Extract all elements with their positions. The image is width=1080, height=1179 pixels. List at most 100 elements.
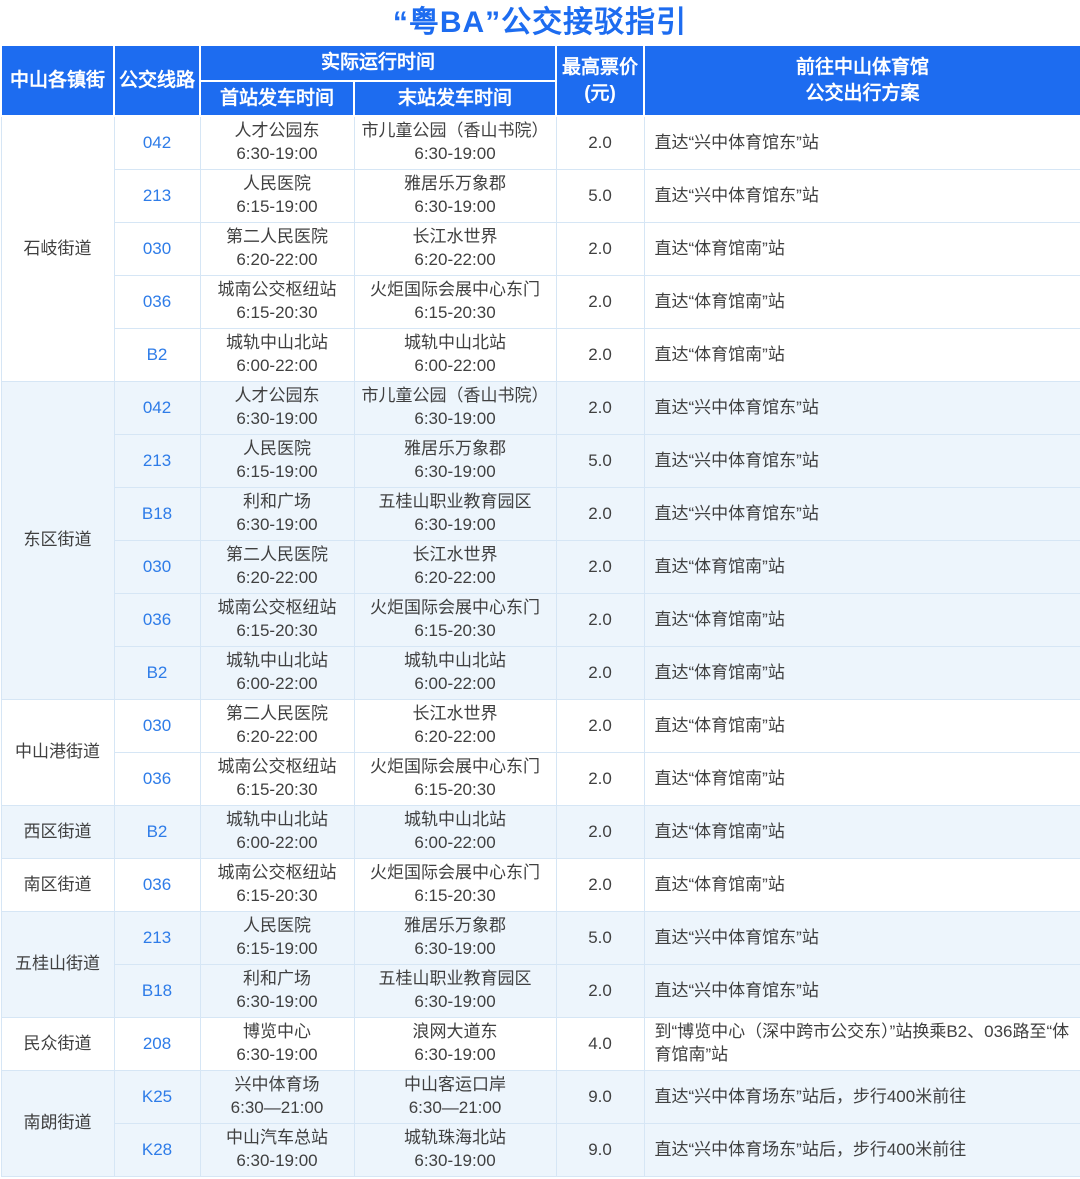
table-row: 石岐街道 042 人才公园东6:30-19:00 市儿童公园（香山书院）6:30… <box>1 116 1080 169</box>
first-station: 城轨中山北站 <box>205 332 350 355</box>
last-time: 6:20-22:00 <box>359 249 552 272</box>
fare-cell: 2.0 <box>556 700 644 753</box>
last-departure-cell: 浪网大道东6:30-19:00 <box>354 1018 556 1071</box>
last-departure-cell: 五桂山职业教育园区6:30-19:00 <box>354 488 556 541</box>
fare-cell: 2.0 <box>556 594 644 647</box>
last-station: 长江水世界 <box>359 544 552 567</box>
table-row: 五桂山街道 213 人民医院6:15-19:00 雅居乐万象郡6:30-19:0… <box>1 912 1080 965</box>
fare-cell: 2.0 <box>556 488 644 541</box>
bus-line-link[interactable]: 030 <box>143 239 171 258</box>
first-time: 6:20-22:00 <box>205 249 350 272</box>
line-cell: 213 <box>114 170 200 223</box>
page-title: “粤BA”公交接驳指引 <box>0 0 1080 44</box>
fare-cell: 9.0 <box>556 1071 644 1124</box>
last-departure-cell: 市儿童公园（香山书院）6:30-19:00 <box>354 382 556 435</box>
bus-line-link[interactable]: 213 <box>143 451 171 470</box>
fare-cell: 5.0 <box>556 435 644 488</box>
first-departure-cell: 人才公园东6:30-19:00 <box>200 382 354 435</box>
district-cell: 西区街道 <box>1 806 114 859</box>
table-row: 036 城南公交枢纽站6:15-20:30 火炬国际会展中心东门6:15-20:… <box>1 753 1080 806</box>
last-departure-cell: 雅居乐万象郡6:30-19:00 <box>354 435 556 488</box>
first-station: 第二人民医院 <box>205 226 350 249</box>
last-time: 6:30-19:00 <box>359 461 552 484</box>
plan-cell: 直达“体育馆南”站 <box>644 329 1080 382</box>
table-row: B2 城轨中山北站6:00-22:00 城轨中山北站6:00-22:00 2.0… <box>1 329 1080 382</box>
line-cell: 036 <box>114 594 200 647</box>
last-time: 6:00-22:00 <box>359 673 552 696</box>
bus-line-link[interactable]: 213 <box>143 928 171 947</box>
last-station: 浪网大道东 <box>359 1021 552 1044</box>
table-row: B18 利和广场6:30-19:00 五桂山职业教育园区6:30-19:00 2… <box>1 965 1080 1018</box>
bus-line-link[interactable]: 213 <box>143 186 171 205</box>
line-cell: 036 <box>114 276 200 329</box>
line-cell: 030 <box>114 700 200 753</box>
bus-line-link[interactable]: 036 <box>143 875 171 894</box>
line-cell: 208 <box>114 1018 200 1071</box>
last-station: 长江水世界 <box>359 703 552 726</box>
last-station: 市儿童公园（香山书院） <box>359 385 552 408</box>
col-header-plan: 前往中山体育馆 公交出行方案 <box>644 45 1080 116</box>
bus-line-link[interactable]: B18 <box>142 504 172 523</box>
first-departure-cell: 城南公交枢纽站6:15-20:30 <box>200 276 354 329</box>
bus-line-link[interactable]: 036 <box>143 610 171 629</box>
plan-cell: 直达“体育馆南”站 <box>644 859 1080 912</box>
line-cell: B18 <box>114 965 200 1018</box>
bus-line-link[interactable]: B2 <box>147 345 168 364</box>
bus-line-link[interactable]: 036 <box>143 769 171 788</box>
line-cell: B2 <box>114 329 200 382</box>
bus-line-link[interactable]: 208 <box>143 1034 171 1053</box>
last-time: 6:30-19:00 <box>359 1150 552 1173</box>
last-station: 五桂山职业教育园区 <box>359 968 552 991</box>
first-departure-cell: 城南公交枢纽站6:15-20:30 <box>200 753 354 806</box>
line-cell: 213 <box>114 435 200 488</box>
first-station: 利和广场 <box>205 968 350 991</box>
fare-cell: 9.0 <box>556 1124 644 1177</box>
bus-line-link[interactable]: 042 <box>143 133 171 152</box>
first-station: 城南公交枢纽站 <box>205 597 350 620</box>
district-cell: 五桂山街道 <box>1 912 114 1018</box>
plan-cell: 直达“体育馆南”站 <box>644 700 1080 753</box>
plan-cell: 直达“兴中体育馆东”站 <box>644 488 1080 541</box>
district-cell: 中山港街道 <box>1 700 114 806</box>
last-time: 6:30-19:00 <box>359 991 552 1014</box>
first-station: 兴中体育场 <box>205 1074 350 1097</box>
first-departure-cell: 人民医院6:15-19:00 <box>200 435 354 488</box>
first-station: 第二人民医院 <box>205 544 350 567</box>
first-departure-cell: 城南公交枢纽站6:15-20:30 <box>200 594 354 647</box>
bus-line-link[interactable]: K28 <box>142 1140 172 1159</box>
last-station: 中山客运口岸 <box>359 1074 552 1097</box>
bus-line-link[interactable]: B2 <box>147 663 168 682</box>
first-station: 城南公交枢纽站 <box>205 862 350 885</box>
district-cell: 石岐街道 <box>1 116 114 381</box>
last-departure-cell: 长江水世界6:20-22:00 <box>354 700 556 753</box>
bus-line-link[interactable]: B18 <box>142 981 172 1000</box>
bus-line-link[interactable]: 036 <box>143 292 171 311</box>
fare-cell: 2.0 <box>556 223 644 276</box>
table-row: 南朗街道 K25 兴中体育场6:30—21:00 中山客运口岸6:30—21:0… <box>1 1071 1080 1124</box>
table-row: 213 人民医院6:15-19:00 雅居乐万象郡6:30-19:00 5.0 … <box>1 435 1080 488</box>
bus-line-link[interactable]: 030 <box>143 557 171 576</box>
bus-line-link[interactable]: B2 <box>147 822 168 841</box>
first-departure-cell: 城轨中山北站6:00-22:00 <box>200 806 354 859</box>
table-row: 东区街道 042 人才公园东6:30-19:00 市儿童公园（香山书院）6:30… <box>1 382 1080 435</box>
plan-cell: 直达“兴中体育馆东”站 <box>644 116 1080 169</box>
first-departure-cell: 人才公园东6:30-19:00 <box>200 116 354 169</box>
last-station: 雅居乐万象郡 <box>359 173 552 196</box>
last-station: 火炬国际会展中心东门 <box>359 279 552 302</box>
col-header-line: 公交线路 <box>114 45 200 116</box>
first-station: 人民医院 <box>205 438 350 461</box>
fare-cell: 2.0 <box>556 276 644 329</box>
last-time: 6:15-20:30 <box>359 779 552 802</box>
bus-line-link[interactable]: 030 <box>143 716 171 735</box>
first-time: 6:15-19:00 <box>205 461 350 484</box>
line-cell: K25 <box>114 1071 200 1124</box>
first-time: 6:30-19:00 <box>205 1150 350 1173</box>
table-row: 036 城南公交枢纽站6:15-20:30 火炬国际会展中心东门6:15-20:… <box>1 594 1080 647</box>
bus-line-link[interactable]: 042 <box>143 398 171 417</box>
first-departure-cell: 城轨中山北站6:00-22:00 <box>200 647 354 700</box>
first-time: 6:00-22:00 <box>205 673 350 696</box>
last-station: 雅居乐万象郡 <box>359 438 552 461</box>
plan-cell: 直达“体育馆南”站 <box>644 753 1080 806</box>
first-station: 人才公园东 <box>205 385 350 408</box>
bus-line-link[interactable]: K25 <box>142 1087 172 1106</box>
